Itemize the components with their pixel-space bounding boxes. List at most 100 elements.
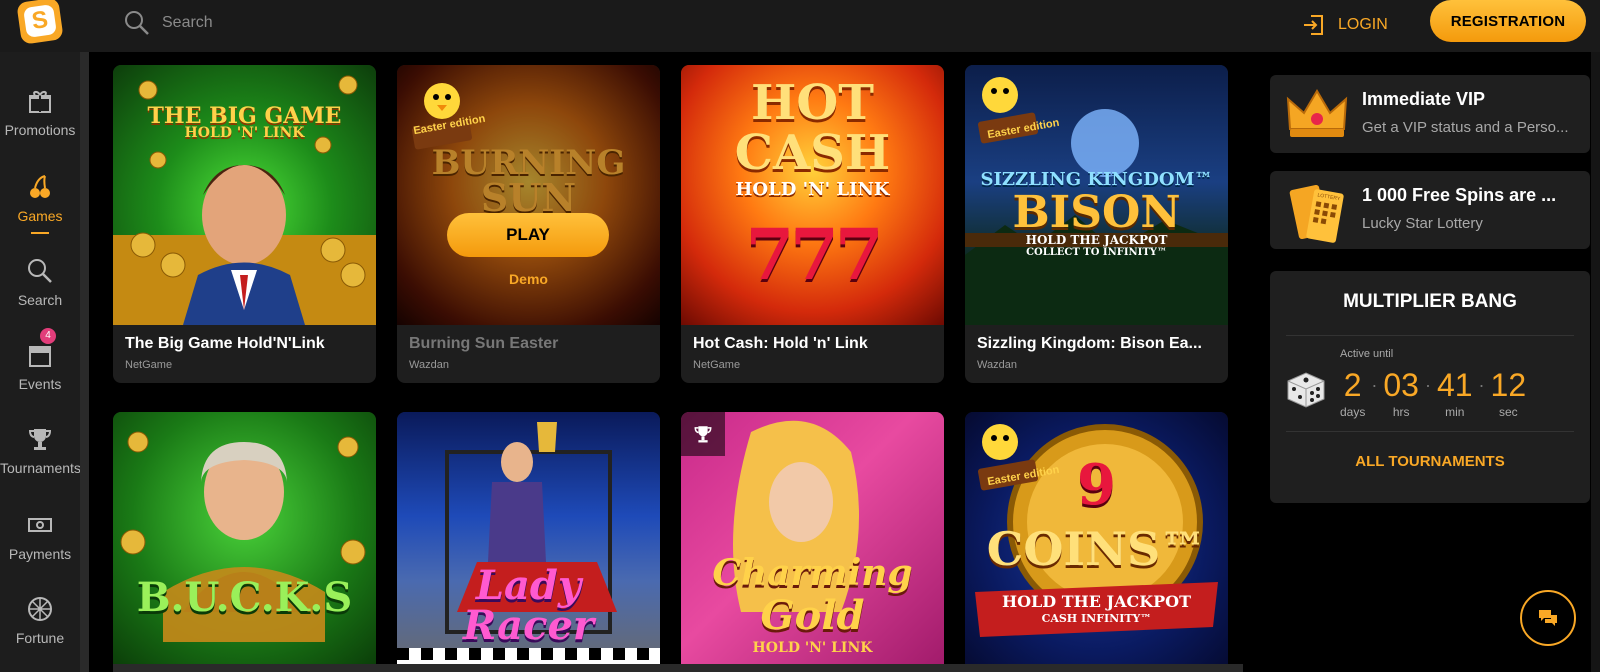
sidebar-item-label: Promotions	[4, 122, 76, 138]
cash-icon	[28, 518, 52, 532]
divider	[1286, 335, 1574, 336]
game-thumbnail[interactable]: THE BIG GAME HOLD 'N' LINK	[113, 65, 376, 325]
countdown-minutes: 41 min	[1437, 367, 1473, 419]
game-thumbnail[interactable]: Easter edition 9 COINS™ HOLD THE JACKPOT…	[965, 412, 1228, 672]
game-card-sizzling-kingdom[interactable]: Easter edition SIZZLING KINGDOM™ BISON H…	[965, 65, 1228, 383]
game-title[interactable]: Burning Sun Easter	[409, 335, 558, 353]
trophy-icon	[28, 429, 52, 450]
search-icon	[125, 11, 149, 35]
game-title[interactable]: The Big Game Hold'N'Link	[125, 335, 325, 353]
countdown-unit: hrs	[1392, 405, 1410, 419]
search-placeholder: Search	[162, 14, 213, 31]
promo-subtitle: Lucky Star Lottery	[1362, 215, 1483, 232]
game-art-tagline2: COLLECT TO INFINITY™	[1026, 247, 1167, 258]
game-provider: Wazdan	[977, 359, 1017, 371]
sidebar-item-label: Tournaments	[0, 460, 80, 476]
game-provider: NetGame	[693, 359, 741, 371]
all-tournaments-link[interactable]: ALL TOURNAMENTS	[1270, 453, 1590, 470]
registration-button[interactable]: REGISTRATION	[1430, 0, 1586, 42]
sidebar-item-fortune[interactable]: Fortune	[0, 596, 80, 646]
active-until-label: Active until	[1340, 348, 1394, 360]
demo-link[interactable]: Demo	[397, 271, 660, 287]
game-art-subtitle: Racer	[463, 602, 594, 649]
login-button[interactable]: LOGIN	[1302, 10, 1388, 40]
crown-icon	[1286, 89, 1348, 137]
active-indicator	[31, 232, 49, 234]
login-label: LOGIN	[1338, 16, 1388, 33]
countdown-hours: 03 hrs	[1383, 367, 1419, 419]
promo-card-free-spins[interactable]: LOTTERY 1 000 Free Spins are ... Lucky S…	[1270, 171, 1590, 249]
game-card-big-game[interactable]: THE BIG GAME HOLD 'N' LINK The Big Game …	[113, 65, 376, 383]
events-badge: 4	[40, 328, 56, 344]
login-icon	[1304, 15, 1323, 35]
countdown-value: 03	[1383, 367, 1419, 403]
game-art	[120, 431, 366, 642]
sidebar-item-label: Games	[17, 208, 63, 224]
tournament-widget: MULTIPLIER BANG Active until 2 days · 03…	[1270, 271, 1590, 503]
countdown-days: 2 days	[1340, 367, 1365, 419]
game-art-subtitle: HOLD 'N' LINK	[184, 125, 305, 141]
promo-title: Immediate VIP	[1362, 89, 1486, 109]
sidebar-scrollbar[interactable]	[80, 52, 89, 672]
game-card-hot-cash[interactable]: HOT CASH HOLD 'N' LINK 777 Hot Cash: Hol…	[681, 65, 944, 383]
countdown-unit: min	[1445, 405, 1465, 419]
promo-card-vip[interactable]: Immediate VIP Get a VIP status and a Per…	[1270, 75, 1590, 153]
easter-chick-icon	[412, 83, 472, 150]
game-art-number: 9	[1077, 452, 1116, 518]
site-logo[interactable]: S	[16, 0, 64, 45]
game-card-9-coins[interactable]: Easter edition 9 COINS™ HOLD THE JACKPOT…	[965, 412, 1228, 672]
page-scrollbar[interactable]	[1591, 52, 1600, 672]
game-thumbnail[interactable]: Easter edition SIZZLING KINGDOM™ BISON H…	[965, 65, 1228, 325]
trophy-icon	[694, 426, 712, 443]
sidebar-item-search[interactable]: Search	[0, 258, 80, 308]
dice-icon	[1287, 372, 1325, 408]
countdown-unit: days	[1340, 405, 1366, 419]
sidebar-item-promotions[interactable]: Promotions	[0, 88, 80, 138]
game-art-title: COINS™	[986, 522, 1207, 576]
header-search[interactable]: Search	[124, 8, 213, 38]
countdown-separator: ·	[1424, 375, 1431, 395]
countdown-timer: 2 days · 03 hrs · 41 min · 12 sec	[1340, 367, 1526, 419]
game-art-subtitle: Gold	[760, 592, 865, 639]
sidebar-item-events[interactable]: 4 Events	[0, 328, 80, 392]
game-art-tagline: HOLD 'N' LINK	[735, 179, 890, 200]
horizontal-scrollbar[interactable]	[113, 664, 1243, 672]
game-thumbnail[interactable]: Lady Racer	[397, 412, 660, 672]
game-card-bucks[interactable]: B.U.C.K.S	[113, 412, 376, 672]
top-header: S Search LOGIN REGISTRATION	[0, 0, 1600, 52]
countdown-unit: sec	[1499, 405, 1518, 419]
game-thumbnail[interactable]: HOT CASH HOLD 'N' LINK 777	[681, 65, 944, 325]
game-thumbnail[interactable]: Charming Gold HOLD 'N' LINK	[681, 412, 944, 672]
promo-title: 1 000 Free Spins are ...	[1362, 185, 1557, 205]
game-provider: NetGame	[125, 359, 173, 371]
game-card-lady-racer[interactable]: Lady Racer	[397, 412, 660, 672]
tournament-title: MULTIPLIER BANG	[1343, 291, 1517, 312]
game-card-charming-gold[interactable]: Charming Gold HOLD 'N' LINK	[681, 412, 944, 672]
lottery-ticket-icon: LOTTERY	[1289, 184, 1344, 243]
countdown-separator: ·	[1478, 375, 1485, 395]
game-art-tagline2: CASH INFINITY™	[1041, 612, 1152, 625]
countdown-seconds: 12 sec	[1491, 367, 1527, 419]
game-thumbnail[interactable]: B.U.C.K.S	[113, 412, 376, 672]
countdown-separator: ·	[1371, 375, 1378, 395]
left-sidebar: Promotions Games Search 4 Events Tournam…	[0, 52, 80, 672]
chat-button[interactable]	[1520, 590, 1576, 646]
play-button[interactable]: PLAY	[447, 213, 609, 257]
game-card-burning-sun[interactable]: Easter edition BURNING SUN PLAY Demo Bur…	[397, 65, 660, 383]
divider	[1286, 431, 1574, 432]
chat-icon	[1539, 610, 1557, 626]
sidebar-item-games[interactable]: Games	[0, 174, 80, 234]
game-art-tagline: HOLD 'N' LINK	[752, 640, 873, 656]
game-art-tagline: HOLD THE JACKPOT	[1001, 592, 1192, 611]
sidebar-item-label: Payments	[8, 546, 72, 562]
game-title[interactable]: Sizzling Kingdom: Bison Ea...	[977, 335, 1202, 353]
logo-letter: S	[23, 4, 57, 38]
game-title[interactable]: Hot Cash: Hold 'n' Link	[693, 335, 868, 353]
game-art-title: Charming	[712, 552, 913, 594]
sidebar-item-tournaments[interactable]: Tournaments	[0, 426, 80, 476]
game-art-subtitle: CASH	[734, 125, 891, 181]
sidebar-item-payments[interactable]: Payments	[0, 512, 80, 562]
game-thumbnail[interactable]: Easter edition BURNING SUN PLAY Demo	[397, 65, 660, 325]
countdown-value: 41	[1436, 367, 1473, 403]
sidebar-item-label: Search	[17, 292, 63, 308]
